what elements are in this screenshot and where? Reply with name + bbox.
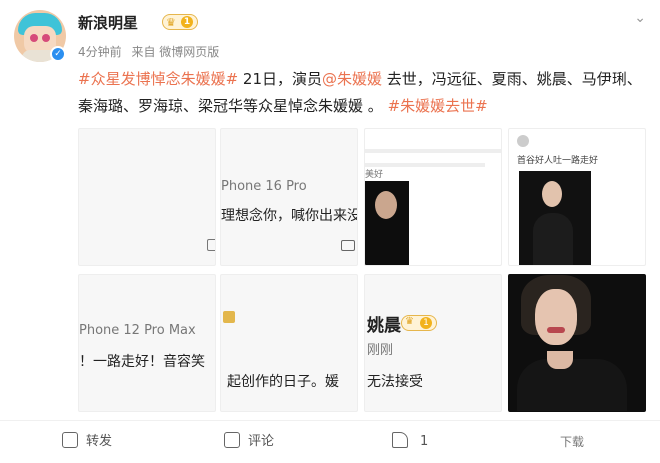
comment-line	[365, 149, 501, 153]
comment-button[interactable]: 评论	[224, 432, 274, 452]
image-thumbnail[interactable]	[78, 128, 216, 266]
vip-badge[interactable]: ♛ 1	[162, 14, 198, 30]
emoji-icon	[223, 311, 235, 323]
device-label: Phone 16 Pro	[221, 179, 307, 194]
image-text: 无法接受	[367, 374, 423, 390]
mention-link[interactable]: @朱媛媛	[322, 70, 382, 88]
image-text: 起创作的日子。媛	[227, 374, 339, 390]
post-time[interactable]: 4分钟前	[78, 45, 122, 59]
portrait-face	[375, 191, 397, 219]
like-count: 1	[420, 434, 429, 449]
portrait-face	[535, 289, 577, 345]
image-text: 刚刚	[367, 343, 394, 358]
repost-icon	[62, 432, 78, 448]
image-text: 首谷好人吐一路走好	[517, 156, 599, 166]
device-label: Phone 12 Pro Max	[79, 323, 196, 338]
post-meta: 4分钟前 来自 微博网页版	[78, 43, 225, 60]
crown-icon: ♛	[405, 316, 414, 327]
post-header: ✓ 新浪明星 ♛ 1 4分钟前 来自 微博网页版 ⌄	[14, 10, 646, 66]
vip-level: 1	[420, 317, 432, 329]
comment-label: 评论	[248, 434, 275, 449]
image-thumbnail[interactable]: 姚晨 ♛ 1 刚刚 无法接受	[364, 274, 502, 412]
image-thumbnail[interactable]: 首谷好人吐一路走好	[508, 128, 646, 266]
chevron-down-icon[interactable]: ⌄	[634, 10, 646, 26]
comment-icon	[224, 432, 240, 448]
repost-button[interactable]: 转发	[62, 432, 112, 452]
image-text: 理想念你，喊你出来没	[221, 208, 358, 224]
image-thumbnail[interactable]: Phone 16 Pro 理想念你，喊你出来没	[220, 128, 358, 266]
post-text-segment: 21日，演员	[238, 70, 322, 88]
image-thumbnail[interactable]: 起创作的日子。媛	[220, 274, 358, 412]
image-grid: Phone 16 Pro 理想念你，喊你出来没 美好 首谷好人吐一路走好 Pho…	[78, 128, 646, 414]
repost-label: 转发	[86, 434, 113, 449]
crown-icon: ♛	[166, 16, 176, 29]
post-source: 来自 微博网页版	[131, 45, 220, 59]
vip-level: 1	[181, 16, 193, 28]
thumbs-up-icon	[392, 432, 408, 448]
avatar	[517, 135, 529, 147]
portrait-lips	[547, 327, 565, 333]
portrait-neck	[547, 351, 573, 369]
image-text: 姚晨	[367, 316, 401, 336]
portrait-face	[542, 181, 562, 207]
comment-icon	[207, 239, 215, 251]
download-link[interactable]: 下载	[560, 432, 584, 452]
portrait-body	[517, 359, 627, 411]
comment-icon	[341, 240, 355, 251]
image-text: 美好	[365, 170, 384, 180]
image-text: ！一路走好！音容笑	[79, 354, 205, 370]
verified-badge-icon: ✓	[50, 46, 66, 62]
portrait-body	[533, 213, 573, 265]
hashtag-link[interactable]: #朱媛媛去世#	[388, 97, 488, 115]
avatar-eye	[42, 34, 50, 42]
hashtag-link[interactable]: #众星发博悼念朱媛媛#	[78, 70, 238, 88]
image-thumbnail[interactable]: Phone 12 Pro Max ！一路走好！音容笑	[78, 274, 216, 412]
like-button[interactable]: 1	[392, 432, 428, 452]
image-thumbnail[interactable]	[508, 274, 646, 412]
vip-badge: ♛ 1	[401, 315, 437, 331]
action-bar: 转发 评论 1 下载	[0, 420, 660, 463]
post-text: #众星发博悼念朱媛媛# 21日，演员@朱媛媛 去世，冯远征、夏雨、姚晨、马伊琍、…	[78, 66, 644, 120]
username[interactable]: 新浪明星	[78, 12, 138, 33]
image-thumbnail[interactable]: 美好	[364, 128, 502, 266]
avatar-eye	[30, 34, 38, 42]
